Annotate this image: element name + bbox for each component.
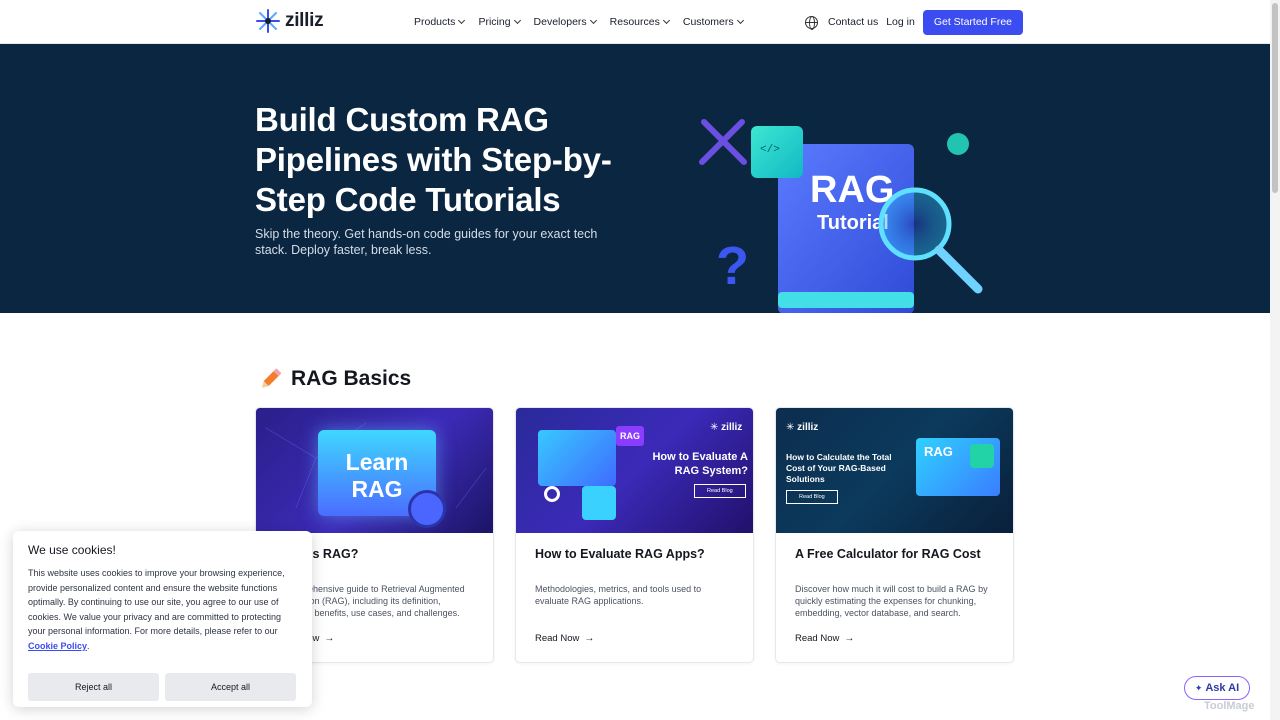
nav-actions: Contact us Log in Get Started Free (805, 0, 1024, 44)
menu-label: Customers (682, 16, 734, 28)
image-logo: ✳ zilliz (786, 422, 819, 433)
card-description: Discover how much it will cost to build … (795, 584, 988, 618)
contact-link[interactable]: Contact us (828, 16, 878, 28)
logo[interactable]: zilliz (255, 8, 324, 34)
read-now-link[interactable]: Read Now → (535, 633, 734, 644)
section-title: RAG Basics (291, 367, 412, 390)
rag-badge: RAG (924, 444, 953, 459)
get-started-button[interactable]: Get Started Free (922, 9, 1024, 35)
chevron-down-icon (736, 16, 744, 25)
wrench-icon (699, 119, 747, 165)
card-title[interactable]: How to Evaluate RAG Apps? (535, 547, 734, 561)
book-title: RAG (810, 169, 894, 211)
menu-label: Resources (609, 16, 660, 28)
book-subtitle: Tutorial (817, 212, 889, 234)
hero-subtitle: Skip the theory. Get hands-on code guide… (255, 227, 598, 257)
image-read-blog: Read Blog (786, 490, 838, 504)
card-image: Learn RAG (256, 408, 493, 533)
cookie-title: We use cookies! (28, 543, 116, 557)
card-body: How to Evaluate RAG Apps? Methodologies,… (516, 533, 753, 658)
menu-pricing[interactable]: Pricing (478, 16, 521, 28)
cookie-period: . (87, 640, 90, 651)
dashboard-panel (538, 430, 616, 486)
learn-text: Learn (345, 449, 409, 475)
rag-tutorial-illustration: ? RAG Tutorial </> (699, 119, 983, 313)
reject-all-button[interactable]: Reject all (28, 673, 159, 701)
top-nav: zilliz Products Pricing Developers Resou… (0, 0, 1270, 44)
hero-title: Build Custom RAG Pipelines with Step-by-… (255, 101, 612, 218)
scrollbar-thumb[interactable] (1272, 3, 1278, 193)
card-image: ✳ zilliz How to Calculate the Total Cost… (776, 408, 1013, 533)
zilliz-star-icon (256, 9, 280, 33)
menu-label: Pricing (478, 16, 511, 28)
chevron-down-icon (662, 16, 670, 25)
chevron-down-icon (589, 16, 597, 25)
rag-badge: RAG (616, 426, 644, 446)
login-link[interactable]: Log in (886, 16, 915, 28)
chevron-down-icon (458, 16, 466, 25)
chevron-down-icon (513, 16, 521, 25)
question-mark-icon: ? (716, 236, 749, 296)
logo-text: zilliz (285, 10, 324, 31)
chart-panel (582, 486, 616, 520)
money-bag-icon (970, 444, 994, 468)
cookie-actions: Reject all Accept all (28, 673, 297, 701)
menu-developers[interactable]: Developers (533, 16, 597, 28)
image-logo-text: zilliz (721, 422, 743, 433)
ask-ai-label: Ask AI (1205, 682, 1240, 694)
sparkle-icon: ✦ (1194, 682, 1203, 693)
book-icon (408, 490, 446, 528)
card-description: Methodologies, metrics, and tools used t… (535, 584, 702, 606)
card-image: RAG ✳ zilliz How to Evaluate A RAG Syste… (516, 408, 753, 533)
magnifier-handle (934, 245, 983, 294)
image-heading: How to Evaluate A RAG System? (652, 451, 748, 477)
arrow-right-icon: → (324, 633, 335, 644)
globe-icon[interactable] (805, 15, 818, 30)
circle-chart-icon (544, 486, 560, 502)
card-rag-cost[interactable]: ✳ zilliz How to Calculate the Total Cost… (775, 407, 1014, 663)
pencil-icon (261, 368, 282, 388)
menu-resources[interactable]: Resources (609, 16, 670, 28)
section-header: RAG Basics (257, 366, 411, 392)
accept-all-button[interactable]: Accept all (165, 673, 296, 701)
watermark: ToolMage (1204, 700, 1255, 712)
image-logo: ✳ zilliz (710, 422, 743, 433)
menu-products[interactable]: Products (414, 16, 466, 28)
scrollbar[interactable] (1270, 0, 1280, 720)
menu-label: Products (414, 16, 456, 28)
card-title[interactable]: A Free Calculator for RAG Cost (795, 547, 994, 561)
cookie-banner: We use cookies! This website uses cookie… (13, 531, 312, 707)
card-grid: Learn RAG What is RAG? A comprehensive g… (255, 407, 1014, 663)
arrow-right-icon: → (844, 633, 855, 644)
menu-customers[interactable]: Customers (682, 16, 744, 28)
image-read-blog: Read Blog (694, 484, 746, 498)
menu-label: Developers (533, 16, 587, 28)
image-heading: How to Calculate the Total Cost of Your … (786, 452, 892, 484)
hero-banner: Build Custom RAG Pipelines with Step-by-… (0, 44, 1270, 313)
read-now-label: Read Now (795, 633, 840, 644)
ask-ai-button[interactable]: ✦ Ask AI (1184, 676, 1250, 700)
cookie-body: This website uses cookies to improve you… (28, 566, 297, 653)
card-evaluate-rag[interactable]: RAG ✳ zilliz How to Evaluate A RAG Syste… (515, 407, 754, 663)
bulb-icon (947, 133, 969, 155)
book-spine (778, 292, 914, 308)
code-glyph: </> (760, 144, 780, 156)
cookie-text: This website uses cookies to improve you… (28, 568, 285, 636)
cookie-policy-link[interactable]: Cookie Policy (28, 641, 87, 651)
read-now-label: Read Now (535, 633, 580, 644)
image-logo-text: zilliz (797, 422, 819, 433)
main-menu: Products Pricing Developers Resources Cu… (414, 0, 744, 44)
card-body: A Free Calculator for RAG Cost Discover … (776, 533, 1013, 658)
read-now-link[interactable]: Read Now → (795, 633, 994, 644)
arrow-right-icon: → (584, 633, 595, 644)
